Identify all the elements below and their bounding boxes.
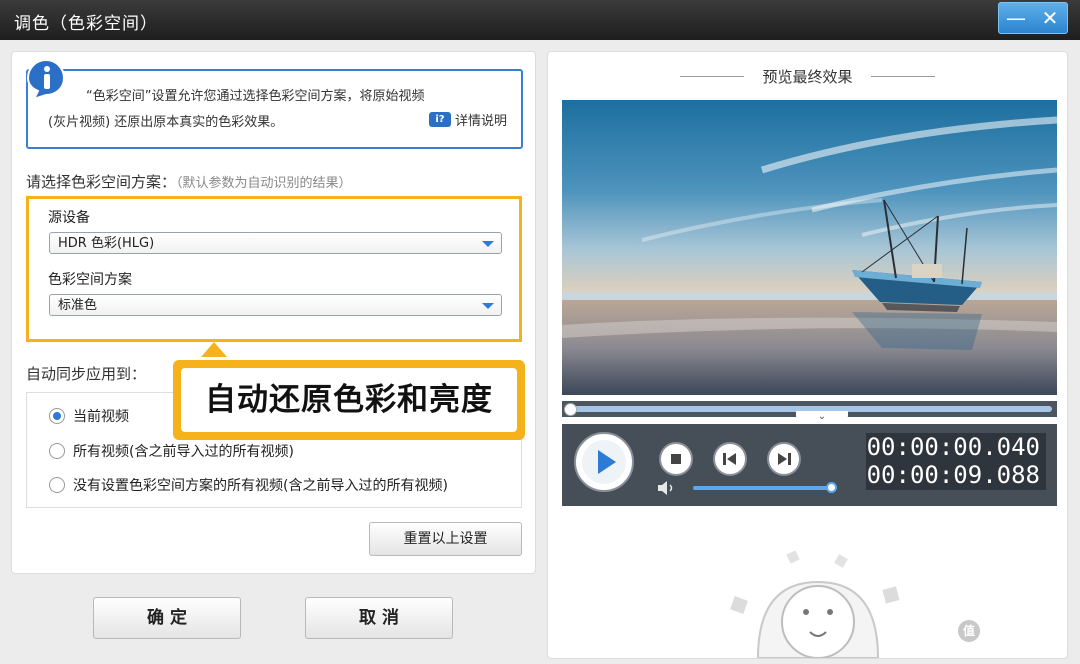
close-button[interactable]: ✕ [1033,3,1067,33]
callout-annotation: 自动还原色彩和亮度 [173,360,525,440]
sync-section-label: 自动同步应用到： [26,365,147,383]
radio-label: 没有设置色彩空间方案的所有视频(含之前导入过的所有视频) [73,478,448,494]
preview-panel: 预览最终效果 ⌄ 00:00:00.040 00:00:09.088 值 什么值… [547,51,1068,659]
colorspace-value: 标准色 [58,298,98,313]
radio-unset-videos[interactable]: 没有设置色彩空间方案的所有视频(含之前导入过的所有视频) [49,475,448,495]
dropdown-caret-icon [482,303,494,309]
progress-handle[interactable] [564,403,577,416]
video-preview[interactable] [562,100,1057,395]
help-icon: i? [428,112,451,127]
volume-track[interactable] [693,486,831,490]
callout-pointer [201,342,227,357]
scheme-label-text: 请选择色彩空间方案： [26,173,177,191]
time-display: 00:00:00.040 00:00:09.088 [866,433,1046,490]
scheme-highlight-box: 源设备 HDR 色彩(HLG) 色彩空间方案 标准色 [26,196,522,342]
radio-all-videos[interactable]: 所有视频(含之前导入过的所有视频) [49,441,294,461]
total-time: 00:00:09.088 [866,461,1040,489]
source-device-label: 源设备 [48,210,90,226]
scheme-hint: （默认参数为自动识别的结果） [176,176,352,191]
play-icon [582,440,626,484]
dropdown-caret-icon [482,241,494,247]
radio-icon [49,477,65,493]
source-device-value: HDR 色彩(HLG) [58,236,155,251]
prev-frame-button[interactable] [713,442,747,476]
radio-selected-icon [49,408,65,424]
title-bar: 调色（色彩空间） — ✕ [0,0,1080,40]
stop-icon [671,454,681,464]
volume-control [657,481,837,495]
title-divider-right [871,76,935,77]
play-button[interactable] [574,432,634,492]
ok-button[interactable]: 确 定 [93,597,241,639]
volume-handle[interactable] [826,482,837,493]
collapse-toggle[interactable]: ⌄ [796,411,848,425]
next-frame-button[interactable] [767,442,801,476]
radio-icon [49,443,65,459]
help-link[interactable]: i? 详情说明 [428,110,507,129]
watermark-text: 什么值得买 [985,625,1051,641]
scheme-section-label: 请选择色彩空间方案：（默认参数为自动识别的结果） [26,171,352,192]
help-label: 详情说明 [454,114,507,129]
step-forward-icon [778,453,791,465]
source-device-select[interactable]: HDR 色彩(HLG) [49,232,502,254]
reset-button[interactable]: 重置以上设置 [369,522,522,556]
radio-current-video[interactable]: 当前视频 [49,406,129,426]
radio-label: 当前视频 [73,409,129,425]
info-box: “色彩空间”设置允许您通过选择色彩空间方案，将原始视频 (灰片视频) 还原出原本… [26,58,523,149]
cancel-button[interactable]: 取 消 [305,597,453,639]
player-controls: 00:00:00.040 00:00:09.088 [562,424,1057,506]
callout-text: 自动还原色彩和亮度 [181,368,517,432]
step-back-icon [723,453,736,465]
watermark: 值 什么值得买 [957,620,1051,642]
radio-label: 所有视频(含之前导入过的所有视频) [73,444,294,460]
minimize-button[interactable]: — [999,3,1033,33]
current-time: 00:00:00.040 [866,433,1040,461]
mascot-illustration [730,550,900,658]
window-title: 调色（色彩空间） [14,14,158,34]
preview-title: 预览最终效果 [762,68,853,86]
watermark-logo: 值 [957,620,980,642]
speaker-icon[interactable] [657,481,679,495]
settings-panel: “色彩空间”设置允许您通过选择色彩空间方案，将原始视频 (灰片视频) 还原出原本… [11,51,536,574]
beach-boat-image [562,100,1057,395]
stop-button[interactable] [659,442,693,476]
window-controls: — ✕ [998,2,1068,34]
colorspace-select[interactable]: 标准色 [49,294,502,316]
colorspace-label: 色彩空间方案 [48,272,132,288]
info-line-1: “色彩空间”设置允许您通过选择色彩空间方案，将原始视频 [86,89,425,104]
color-dialog: 调色（色彩空间） — ✕ “色彩空间”设置允许您通过选择色彩空间方案，将原始视频… [0,0,1080,664]
